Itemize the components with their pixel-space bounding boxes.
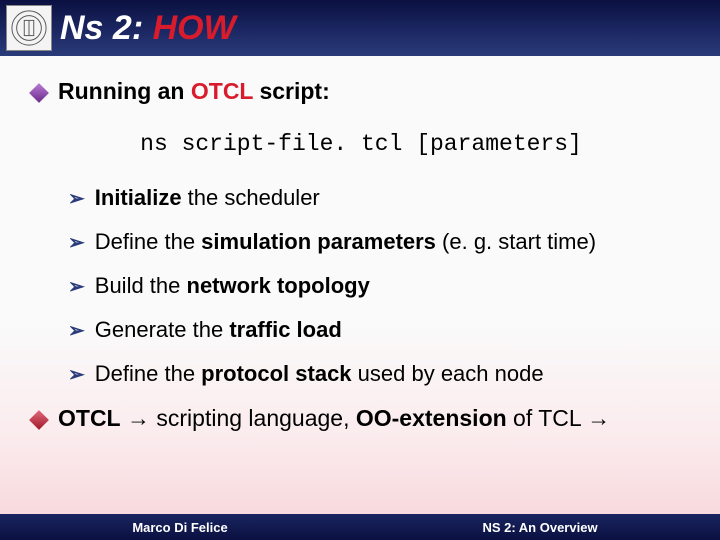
- title-part1: Ns 2:: [60, 9, 153, 47]
- bullet2-mid: → scripting language,: [121, 405, 356, 431]
- diamond-bullet-icon: [29, 83, 49, 103]
- command-line: ns script-file. tcl [parameters]: [32, 131, 690, 157]
- diamond-bullet-icon: [29, 410, 49, 430]
- bullet2-post: of TCL →: [507, 405, 611, 431]
- step-item: ➢ Build the network topology: [68, 273, 690, 299]
- title-bar: Ns 2: HOW: [0, 0, 720, 56]
- slide-content: Running an OTCL script: ns script-file. …: [32, 78, 690, 432]
- bullet1-otcl: OTCL: [191, 78, 253, 104]
- arrow-bullet-icon: ➢: [68, 362, 85, 387]
- title-part2: HOW: [153, 9, 236, 47]
- arrow-bullet-icon: ➢: [68, 186, 85, 211]
- bullet1-lead: Running an: [58, 78, 191, 104]
- slide: Ns 2: HOW Running an OTCL script: ns scr…: [0, 0, 720, 540]
- bullet2-b1: OTCL: [58, 405, 121, 431]
- bullet1-rest: script:: [253, 78, 330, 104]
- arrow-bullet-icon: ➢: [68, 318, 85, 343]
- step-item: ➢ Define the simulation parameters (e. g…: [68, 229, 690, 255]
- step-item: ➢ Initialize the scheduler: [68, 185, 690, 211]
- footer-bar: Marco Di Felice NS 2: An Overview: [0, 514, 720, 540]
- steps-list: ➢ Initialize the scheduler ➢ Define the …: [68, 185, 690, 387]
- bullet2-b2: OO-extension: [356, 405, 507, 431]
- bullet-running-script: Running an OTCL script:: [32, 78, 690, 105]
- slide-title: Ns 2: HOW: [60, 9, 236, 48]
- bullet-otcl-language: OTCL → scripting language, OO-extension …: [32, 405, 690, 432]
- footer-title: NS 2: An Overview: [360, 520, 720, 535]
- step-item: ➢ Generate the traffic load: [68, 317, 690, 343]
- arrow-bullet-icon: ➢: [68, 230, 85, 255]
- arrow-bullet-icon: ➢: [68, 274, 85, 299]
- step-item: ➢ Define the protocol stack used by each…: [68, 361, 690, 387]
- footer-author: Marco Di Felice: [0, 520, 360, 535]
- university-seal-icon: [6, 5, 52, 51]
